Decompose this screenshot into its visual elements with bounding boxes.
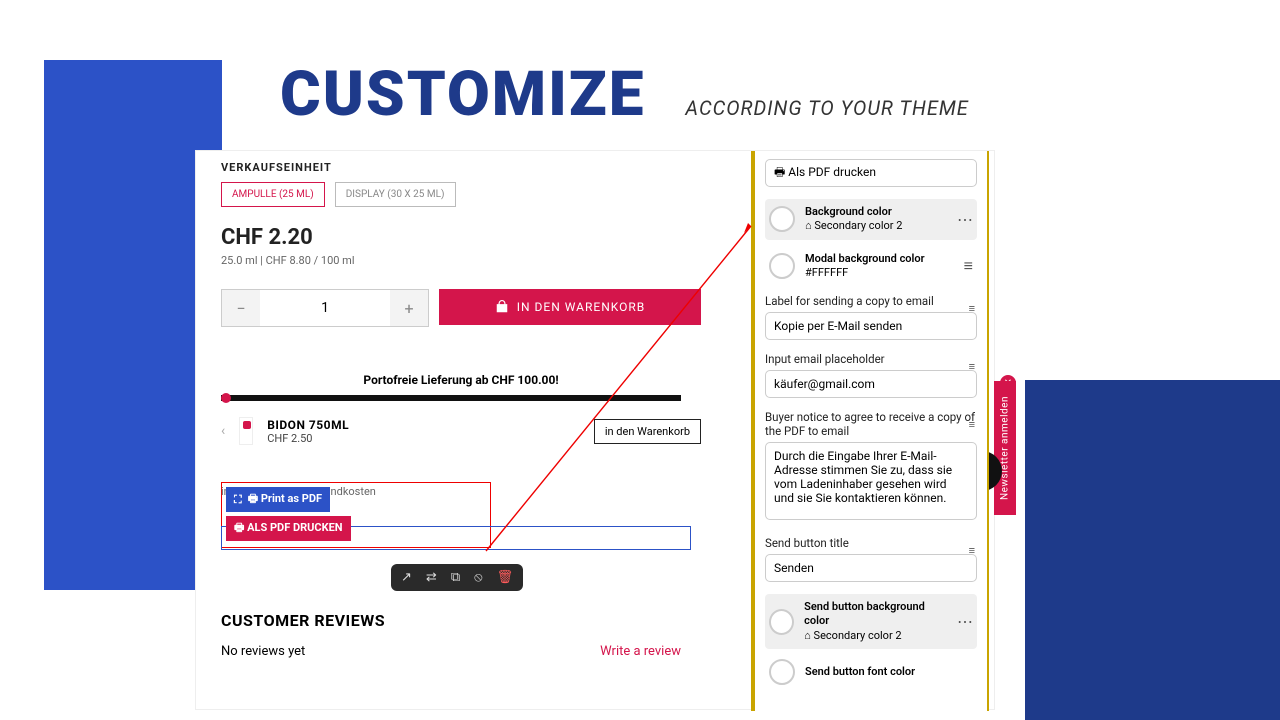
product-pane: VERKAUFSEINHEIT AMPULLE (25 ML) DISPLAY … — [221, 161, 701, 659]
db-icon[interactable]: ≡ — [969, 360, 975, 373]
bg-color-swatch — [769, 206, 795, 232]
send-bg-swatch — [769, 609, 794, 635]
modal-bg-sub: #FFFFFF — [805, 266, 925, 280]
send-bg-sub: ⌂ Secondary color 2 — [804, 629, 947, 643]
send-font-swatch — [769, 659, 795, 685]
db-icon[interactable]: ≡ — [969, 302, 975, 315]
variant-row: AMPULLE (25 ML) DISPLAY (30 X 25 ML) — [221, 182, 701, 207]
cross-sell-row: ‹ BIDON 750ML CHF 2.50 in den Warenkorb — [221, 417, 701, 445]
hero: CUSTOMIZE ACCORDING TO YOUR THEME — [280, 58, 969, 131]
bag-icon — [495, 300, 509, 314]
qty-row: − 1 + IN DEN WARENKORB — [221, 289, 701, 327]
send-title-input[interactable] — [765, 554, 977, 582]
notice-label: Buyer notice to agree to receive a copy … — [765, 410, 977, 438]
send-title-label: Send button title — [765, 536, 977, 550]
modal-db-icon[interactable]: ≡ — [964, 256, 973, 276]
modal-bg-swatch — [769, 253, 795, 279]
send-bg-more-icon[interactable]: ⋯ — [957, 612, 973, 631]
toolbar-hide-icon[interactable]: ⦸ — [474, 570, 482, 585]
bg-color-title: Background color — [805, 205, 902, 219]
send-font-title: Send button font color — [805, 665, 915, 679]
free-shipping-bar — [221, 395, 681, 401]
deco-right-block — [1025, 380, 1280, 720]
send-font-row[interactable]: Send button font color — [765, 653, 977, 691]
chevron-left-icon[interactable]: ‹ — [221, 423, 225, 439]
db-icon[interactable]: ≡ — [969, 418, 975, 431]
cross-sell-price: CHF 2.50 — [267, 432, 349, 445]
email-ph-input[interactable] — [765, 370, 977, 398]
print-pdf-badge-label: 🖶 Print as PDF — [248, 490, 322, 509]
write-review-link[interactable]: Write a review — [600, 644, 681, 659]
toolbar-move-icon[interactable]: ↗ — [401, 570, 412, 585]
qty-stepper: − 1 + — [221, 289, 429, 327]
settings-panel: Background color ⌂ Secondary color 2 ⋯ M… — [751, 151, 989, 711]
send-bg-row[interactable]: Send button background color ⌂ Secondary… — [765, 594, 977, 649]
expand-icon: ⛶ — [234, 493, 242, 507]
newsletter-tab[interactable]: Newsletter anmelden — [994, 381, 1016, 515]
add-to-cart-button[interactable]: IN DEN WARENKORB — [439, 289, 701, 325]
preview-stage: VERKAUFSEINHEIT AMPULLE (25 ML) DISPLAY … — [195, 150, 995, 710]
qty-value[interactable]: 1 — [260, 290, 390, 326]
cross-sell-add[interactable]: in den Warenkorb — [594, 419, 701, 444]
qty-increment[interactable]: + — [390, 290, 428, 326]
cross-sell-thumb — [239, 417, 253, 445]
no-reviews-text: No reviews yet — [221, 644, 305, 659]
variant-ampulle[interactable]: AMPULLE (25 ML) — [221, 182, 325, 207]
toolbar-delete-icon[interactable]: 🗑 — [497, 570, 514, 585]
price: CHF 2.20 — [221, 225, 701, 250]
toolbar-swap-icon[interactable]: ⇄ — [426, 570, 437, 585]
add-to-cart-label: IN DEN WARENKORB — [517, 300, 646, 314]
print-pdf-badge[interactable]: ⛶ 🖶 Print as PDF — [226, 487, 330, 512]
reviews-heading: CUSTOMER REVIEWS — [221, 611, 701, 630]
modal-bg-row[interactable]: Modal background color #FFFFFF ≡ — [765, 246, 977, 287]
button-label-input[interactable] — [765, 159, 977, 187]
bg-color-more-icon[interactable]: ⋯ — [957, 210, 973, 229]
hero-title: CUSTOMIZE — [280, 58, 645, 131]
unit-price: 25.0 ml | CHF 8.80 / 100 ml — [221, 254, 701, 267]
variant-heading: VERKAUFSEINHEIT — [221, 161, 701, 174]
toolbar-duplicate-icon[interactable]: ⧉ — [451, 570, 460, 585]
notice-textarea[interactable] — [765, 442, 977, 520]
hero-subtitle: ACCORDING TO YOUR THEME — [685, 96, 968, 120]
block-toolbar: ↗ ⇄ ⧉ ⦸ 🗑 — [391, 564, 523, 591]
bg-color-row[interactable]: Background color ⌂ Secondary color 2 ⋯ — [765, 199, 977, 240]
free-shipping-note: Portofreie Lieferung ab CHF 100.00! — [221, 373, 701, 387]
email-ph-label: Input email placeholder — [765, 352, 977, 366]
bg-color-sub: ⌂ Secondary color 2 — [805, 219, 902, 233]
variant-display[interactable]: DISPLAY (30 X 25 ML) — [335, 182, 456, 207]
email-label-input[interactable] — [765, 312, 977, 340]
reviews-section: CUSTOMER REVIEWS No reviews yet Write a … — [221, 611, 701, 659]
modal-bg-title: Modal background color — [805, 252, 925, 266]
email-label-label: Label for sending a copy to email — [765, 294, 977, 308]
db-icon[interactable]: ≡ — [969, 544, 975, 557]
qty-decrement[interactable]: − — [222, 290, 260, 326]
cross-sell-name: BIDON 750ML — [267, 418, 349, 432]
print-pdf-button[interactable]: 🖶 ALS PDF DRUCKEN — [226, 516, 351, 541]
send-bg-title: Send button background color — [804, 600, 947, 629]
